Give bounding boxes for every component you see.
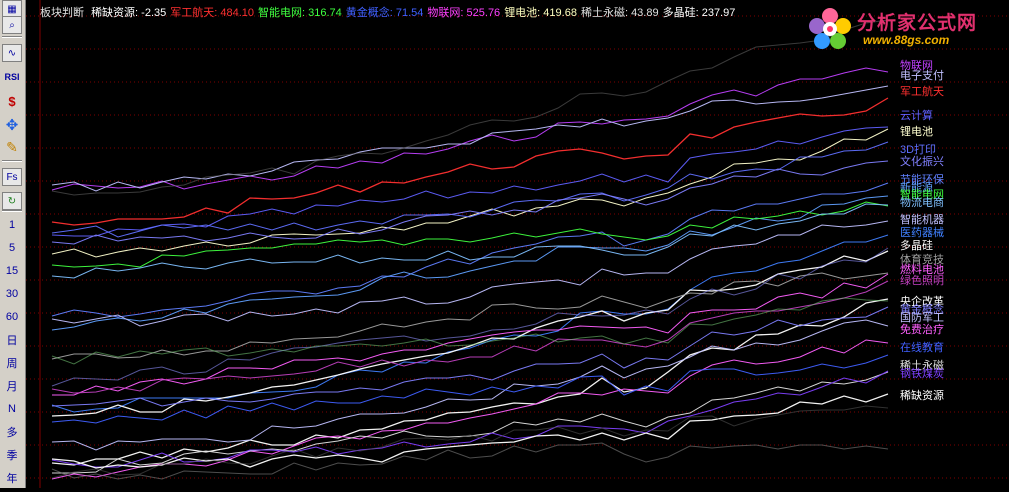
series-end-label: 钢铁煤炭 (900, 368, 944, 380)
series-line (51, 234, 889, 413)
legend-item: 物联网: 525.76 (427, 7, 501, 19)
series-end-label: 锂电池 (900, 126, 933, 138)
period-button[interactable]: N (2, 400, 22, 418)
series-line (51, 85, 889, 192)
series-line (51, 160, 889, 245)
period-button[interactable]: 日 (2, 331, 22, 349)
series-line (51, 442, 889, 480)
period-button[interactable]: 60 (2, 308, 22, 326)
logo-url: www.88gs.com (863, 33, 950, 47)
toolbar-separator (2, 210, 22, 212)
zoom-icon[interactable]: ⌕ (2, 16, 22, 34)
series-end-label: 物流电商 (900, 197, 944, 209)
legend-item: 稀缺资源: -2.35 (91, 7, 167, 19)
chart-legend: 板块判断 稀缺资源: -2.35 军工航天: 484.10 智能电网: 316.74… (40, 4, 743, 20)
series-line (51, 370, 889, 468)
series-line (51, 354, 889, 424)
series-line (51, 141, 889, 238)
refresh-icon[interactable]: ↻ (2, 192, 22, 210)
series-end-label: 在线教育 (900, 342, 944, 354)
series-end-label: 免费治疗 (900, 324, 944, 336)
period-button[interactable]: 1 (2, 216, 22, 234)
series-end-label: 稀缺资源 (900, 390, 944, 402)
flower-logo-icon (809, 8, 851, 49)
series-line (51, 201, 889, 268)
chart-area (26, 0, 1009, 488)
series-line (51, 280, 889, 394)
legend-item: 多晶硅: 237.97 (662, 7, 736, 19)
legend-item: 智能电网: 316.74 (258, 7, 342, 19)
toolbar: ▦ ⌕ ∿ RSI $ ✥ ✎ Fs ↻ 1 5 15 30 60 日周月 N 多季年 (0, 0, 26, 488)
series-end-label: 电子支付 (900, 70, 944, 82)
series-line (51, 67, 889, 191)
series-line (51, 19, 889, 196)
fs-icon[interactable]: Fs (2, 168, 22, 186)
period-button[interactable]: 15 (2, 262, 22, 280)
rsi-icon[interactable]: RSI (2, 68, 22, 86)
legend-item: 稀土永磁: 43.89 (580, 7, 659, 19)
period-button[interactable]: 5 (2, 239, 22, 257)
chart-svg (26, 0, 1009, 488)
period-button[interactable]: 30 (2, 285, 22, 303)
series-end-label: 文化振兴 (900, 156, 944, 168)
legend-title: 板块判断 (40, 7, 84, 19)
move-icon[interactable]: ✥ (2, 116, 22, 134)
legend-item: 军工航天: 484.10 (170, 7, 255, 19)
series-end-label: 绿色照明 (900, 275, 944, 287)
site-logo: 分析家公式网 www.88gs.com (805, 6, 1005, 50)
period-button[interactable]: 月 (2, 377, 22, 395)
period-button[interactable]: 季 (2, 446, 22, 464)
series-end-label: 军工航天 (900, 86, 944, 98)
legend-item: 黄金概念: 71.54 (345, 7, 424, 19)
dollar-icon[interactable]: $ (2, 92, 22, 110)
series-end-label: 云计算 (900, 110, 933, 122)
logo-brand: 分析家公式网 (857, 13, 978, 34)
period-button[interactable]: 多 (2, 423, 22, 441)
toolbar-separator (2, 36, 22, 38)
line-chart-icon[interactable]: ∿ (2, 44, 22, 62)
toolbar-separator (2, 160, 22, 162)
period-button[interactable]: 年 (2, 469, 22, 487)
series-line (51, 297, 889, 365)
period-button[interactable]: 周 (2, 354, 22, 372)
pencil-icon[interactable]: ✎ (2, 138, 22, 156)
legend-item: 锂电池: 419.68 (504, 7, 577, 19)
